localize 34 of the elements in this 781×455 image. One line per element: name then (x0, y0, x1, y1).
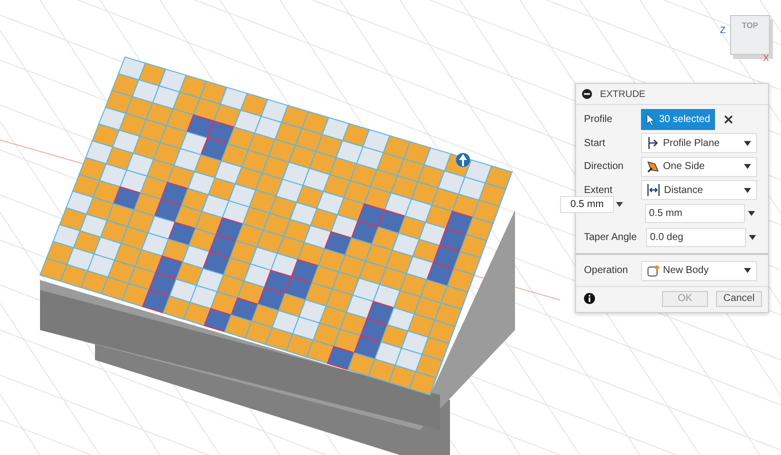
profile-selection-button[interactable]: 30 selected (641, 109, 716, 130)
caret-icon (744, 188, 751, 193)
dialog-title: EXTRUDE (600, 88, 646, 100)
value-input-field[interactable]: 0.5 mm (645, 204, 745, 224)
field-label: Extent (584, 184, 614, 196)
dropdown-field[interactable]: Profile Plane (641, 133, 757, 154)
axis-label: Z (720, 25, 726, 35)
caret-icon[interactable] (749, 234, 756, 240)
cursor-icon (646, 114, 655, 126)
cancel-button[interactable]: Cancel (716, 290, 762, 306)
dropdown-field[interactable]: One Side (641, 156, 757, 177)
caret-icon[interactable] (748, 211, 755, 216)
field-label: Direction (584, 161, 624, 172)
arrow-handle-icon[interactable] (456, 153, 470, 167)
dropdown-field[interactable]: Distance (641, 180, 757, 200)
caret-icon (744, 268, 751, 274)
caret-icon (744, 164, 751, 170)
dropdown-field[interactable]: New Body (641, 260, 757, 281)
direction-icon (647, 160, 659, 173)
caret-icon[interactable] (616, 202, 623, 207)
new-body-icon (647, 264, 659, 277)
field-label: Start (584, 138, 606, 149)
field-label: Operation (584, 265, 629, 276)
info-icon[interactable] (584, 293, 595, 304)
field-label: Profile (584, 114, 614, 126)
caret-icon (744, 140, 751, 146)
plane-start-icon (647, 137, 659, 150)
distance-icon (647, 184, 660, 196)
distance-input-field[interactable]: 0.5 mm (560, 196, 614, 213)
axis-label: X (763, 53, 770, 63)
collapse-icon[interactable] (582, 89, 592, 99)
field-label: Taper Angle (584, 232, 638, 243)
value-input-field[interactable]: 0.0 deg (646, 228, 746, 247)
close-icon[interactable] (724, 115, 734, 124)
